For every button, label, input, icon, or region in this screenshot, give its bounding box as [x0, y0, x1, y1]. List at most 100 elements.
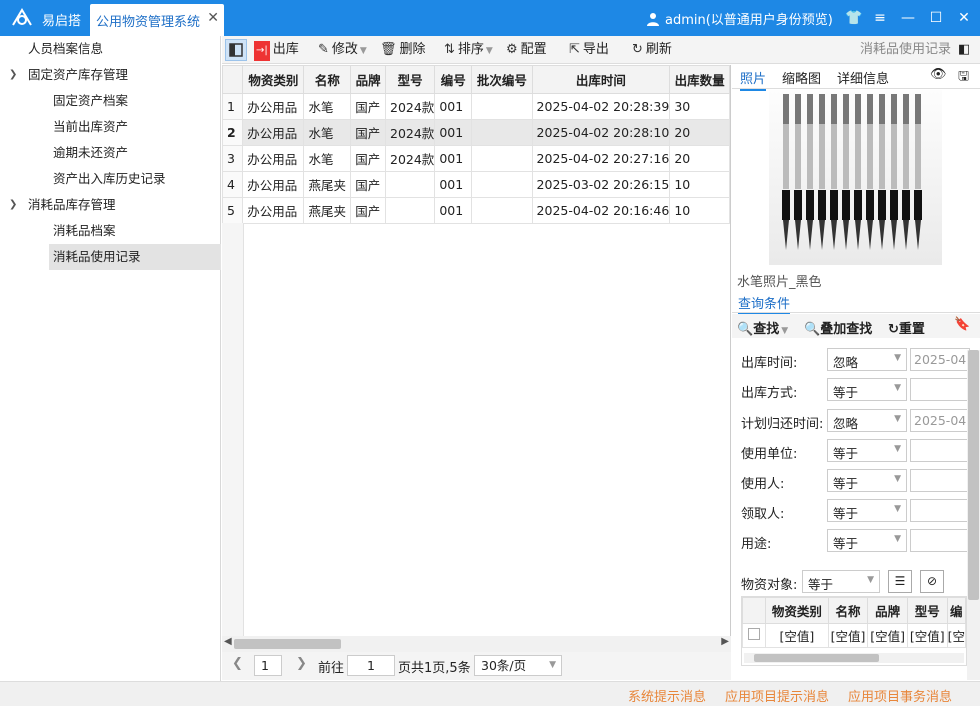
horizontal-scrollbar[interactable]: ◀ ▶ [222, 636, 731, 652]
current-page[interactable]: 1 [254, 655, 282, 676]
filter-operator-select[interactable]: 等于 ▼ [827, 439, 907, 462]
column-header[interactable]: 名称 [303, 65, 352, 94]
row-checkbox[interactable] [742, 623, 766, 648]
cell: 水笔 [303, 145, 352, 172]
table-row[interactable]: 1 办公用品 水笔 国产 2024款 001 2025-04-02 20:28:… [222, 93, 730, 120]
app-name[interactable]: 易启搭 [42, 10, 81, 29]
filter-value-input[interactable] [910, 378, 970, 401]
app-task-messages-link[interactable]: 应用项目事务消息 [848, 686, 952, 705]
sidebar-item-history[interactable]: 资产出入库历史记录 [53, 166, 166, 192]
object-operator-select[interactable]: 等于 ▼ [802, 570, 880, 593]
chevron-down-icon[interactable]: ❯ [9, 69, 17, 80]
column-header[interactable]: 批次编号 [471, 65, 533, 94]
outbound-button[interactable]: →| 出库 [254, 40, 299, 61]
chevron-down-icon: ▼ [867, 575, 874, 585]
filter-operator-select[interactable]: 等于 ▼ [827, 469, 907, 492]
scroll-left-icon[interactable]: ◀ [224, 636, 232, 647]
close-tab-icon[interactable]: ✕ [207, 10, 219, 26]
cell: 001 [434, 119, 473, 146]
sidebar-item-overdue[interactable]: 逾期未还资产 [53, 140, 128, 166]
scrollbar-thumb[interactable] [234, 639, 341, 649]
table-row[interactable]: 3 办公用品 水笔 国产 2024款 001 2025-04-02 20:27:… [222, 145, 730, 172]
cell: 2024款 [384, 93, 436, 120]
filter-operator-select[interactable]: 等于 ▼ [827, 529, 907, 552]
checklist-icon[interactable]: ☰ [888, 570, 912, 593]
table-row[interactable]: 2 办公用品 水笔 国产 2024款 001 2025-04-02 20:28:… [222, 119, 730, 146]
column-header[interactable]: 物资类别 [764, 597, 829, 624]
filter-row: 用途: 等于 ▼ [732, 529, 980, 553]
bookmark-icon[interactable]: 🔖 [954, 317, 970, 332]
sort-button[interactable]: ⇅ 排序 ▼ [444, 40, 493, 60]
refresh-button[interactable]: ↻ 刷新 [632, 40, 672, 60]
column-header[interactable]: 名称 [827, 597, 869, 624]
reset-button[interactable]: ↻重置 [888, 318, 925, 337]
filter-value-input[interactable]: 2025-04 [910, 409, 970, 432]
maximize-icon[interactable]: ☐ [926, 8, 946, 28]
tab-public-supplies[interactable]: 公用物资管理系统 ✕ [90, 4, 224, 36]
scroll-right-icon[interactable]: ▶ [721, 636, 729, 647]
filter-value-input[interactable]: 2025-04 [910, 348, 970, 371]
scrollbar-thumb[interactable] [754, 654, 879, 662]
table-row[interactable]: 5 办公用品 燕尾夹 国产 001 2025-04-02 20:16:46 10 [222, 197, 730, 224]
filter-value-input[interactable] [910, 439, 970, 462]
user-menu[interactable]: admin(以普通用户身份预览) [646, 9, 833, 28]
filter-operator-select[interactable]: 等于 ▼ [827, 499, 907, 522]
minimize-icon[interactable]: — [898, 8, 918, 28]
filter-operator-select[interactable]: 忽略 ▼ [827, 348, 907, 371]
query-toolbar: 🔍查找 ▼ 🔍叠加查找 ↻重置 🔖 [732, 314, 980, 338]
sidebar-item-consumables[interactable]: 消耗品库存管理 [28, 192, 116, 218]
edit-button[interactable]: ✎ 修改 ▼ [318, 40, 367, 60]
clear-selection-icon[interactable]: ⊘ [920, 570, 944, 593]
next-page-icon[interactable]: ❯ [296, 656, 307, 671]
filter-value-input[interactable] [910, 469, 970, 492]
sidebar-item-fixed-assets[interactable]: 固定资产库存管理 [28, 62, 128, 88]
theme-shirt-icon[interactable]: 👕 [844, 8, 864, 28]
find-button[interactable]: 🔍查找 ▼ [737, 318, 788, 337]
chevron-down-icon: ▼ [894, 504, 901, 514]
column-header[interactable]: 编号 [434, 65, 473, 94]
delete-button[interactable]: 🗑 删除 [380, 40, 426, 60]
tab-thumbnail[interactable]: 缩略图 [782, 68, 821, 87]
eye-icon[interactable]: 👁 [930, 67, 947, 82]
column-header[interactable]: 型号 [384, 65, 436, 94]
table-row[interactable]: 4 办公用品 燕尾夹 国产 001 2025-03-02 20:26:15 10 [222, 171, 730, 198]
row-number-header [222, 65, 244, 94]
page-size-select[interactable]: 30条/页 ▼ [474, 655, 562, 676]
subgrid-scrollbar[interactable] [744, 653, 964, 663]
prev-page-icon[interactable]: ❮ [232, 656, 243, 671]
filter-operator-select[interactable]: 忽略 ▼ [827, 409, 907, 432]
tab-photo[interactable]: 照片 [740, 68, 767, 91]
sidebar-item-consumable-usage[interactable]: 消耗品使用记录 [49, 244, 221, 270]
sidebar-item-staff[interactable]: 人员档案信息 [28, 36, 103, 62]
add-find-button[interactable]: 🔍叠加查找 [804, 318, 872, 337]
sidebar-item-current-outbound[interactable]: 当前出库资产 [53, 114, 128, 140]
close-window-icon[interactable]: ✕ [954, 8, 974, 28]
column-header[interactable]: 物资类别 [242, 65, 305, 94]
system-messages-link[interactable]: 系统提示消息 [628, 686, 706, 705]
chevron-down-icon[interactable]: ❯ [9, 199, 17, 210]
column-header[interactable]: 出库数量 [669, 65, 730, 94]
table-row[interactable]: [空值] [空值] [空值] [空值] [空 [742, 623, 966, 648]
tab-details[interactable]: 详细信息 [837, 68, 889, 87]
toggle-sidebar-button[interactable] [225, 39, 247, 61]
vertical-scrollbar[interactable] [967, 350, 980, 680]
config-button[interactable]: ⚙ 配置 [506, 40, 547, 60]
tab-query-conditions[interactable]: 查询条件 [738, 293, 791, 315]
sidebar-item-consumable-archive[interactable]: 消耗品档案 [53, 218, 116, 244]
goto-page-input[interactable]: 1 [347, 655, 395, 676]
app-messages-link[interactable]: 应用项目提示消息 [725, 686, 829, 705]
scrollbar-thumb[interactable] [968, 350, 979, 600]
column-header[interactable]: 编 [946, 597, 966, 624]
panel-toggle-icon[interactable]: ◧ [958, 40, 970, 60]
save-icon[interactable]: 🖫 [958, 67, 969, 89]
filter-operator-select[interactable]: 等于 ▼ [827, 378, 907, 401]
column-header[interactable]: 品牌 [350, 65, 386, 94]
column-header[interactable]: 型号 [906, 597, 948, 624]
column-header[interactable]: 出库时间 [531, 65, 671, 94]
filter-value-input[interactable] [910, 529, 970, 552]
column-header[interactable]: 品牌 [867, 597, 908, 624]
export-button[interactable]: ⇱ 导出 [569, 40, 609, 60]
menu-icon[interactable]: ≡ [870, 8, 890, 28]
filter-value-input[interactable] [910, 499, 970, 522]
sidebar-item-asset-archive[interactable]: 固定资产档案 [53, 88, 128, 114]
